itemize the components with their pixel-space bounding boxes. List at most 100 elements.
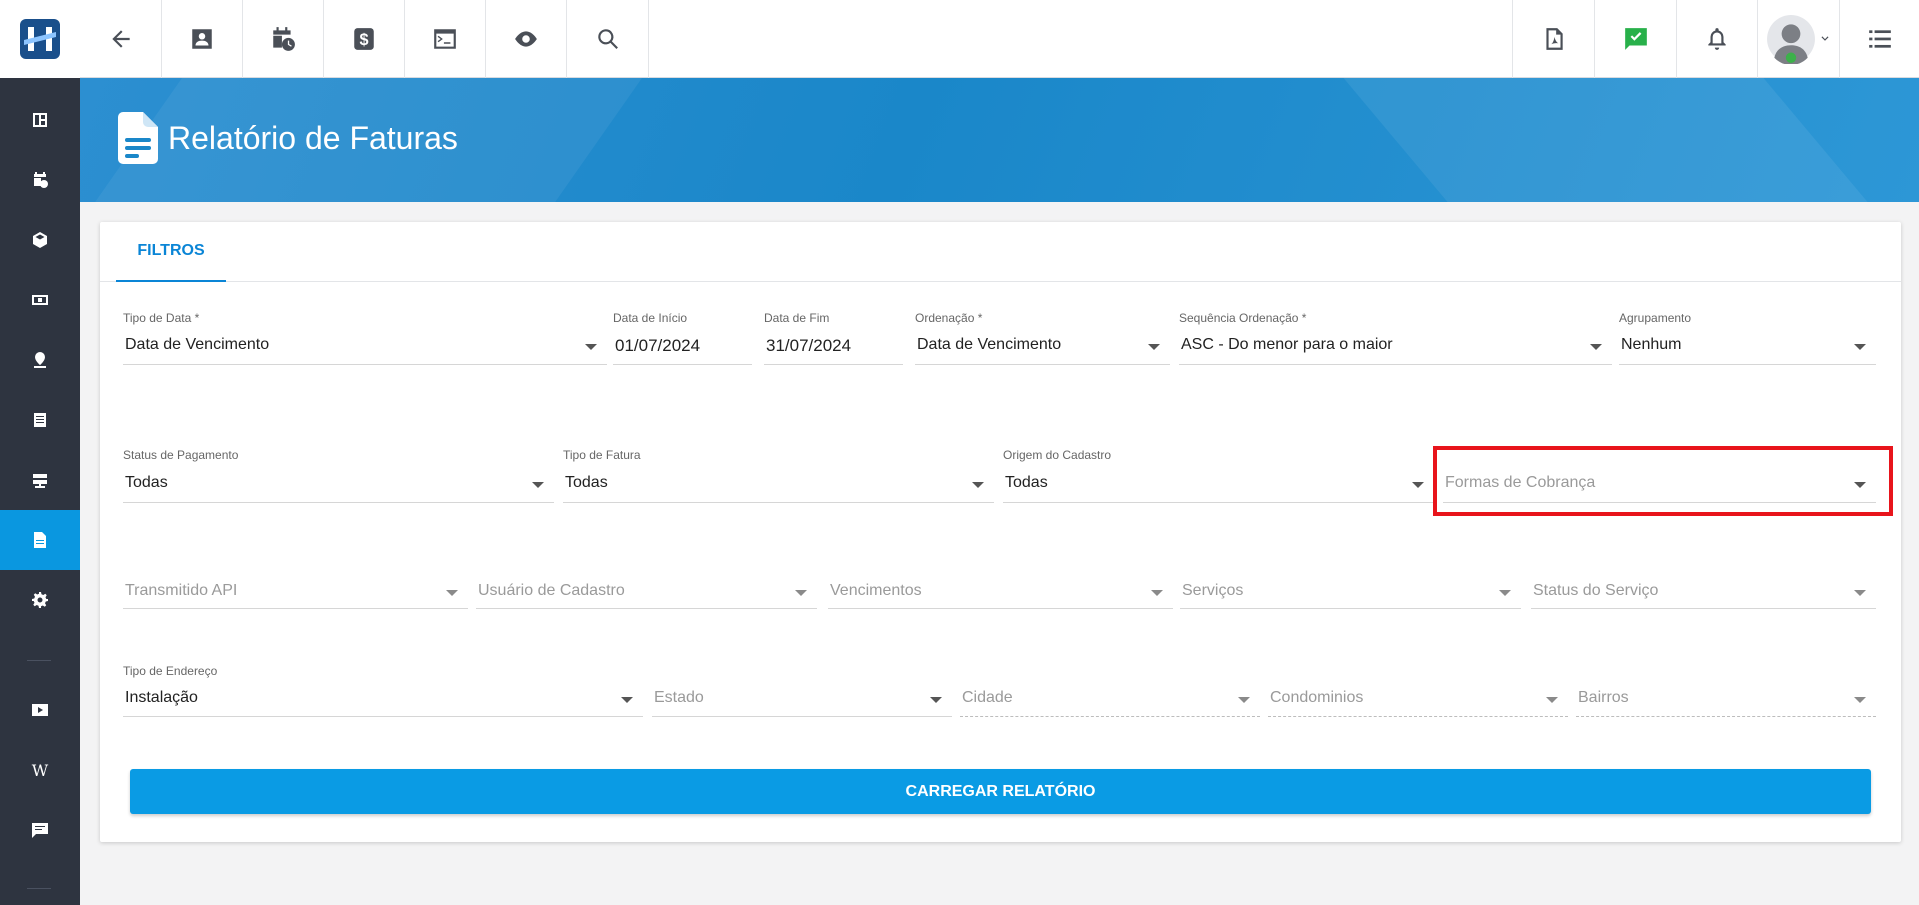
sidebar-item-locations[interactable]: [0, 330, 80, 390]
notifications-button[interactable]: [1676, 0, 1757, 78]
servicos-select[interactable]: Serviços: [1180, 560, 1521, 609]
tab-filtros[interactable]: FILTROS: [116, 222, 226, 282]
sidebar-item-wiki[interactable]: W: [0, 740, 80, 800]
cidade-select[interactable]: Cidade: [960, 664, 1260, 717]
field-placeholder: Vencimentos: [830, 582, 922, 599]
ordenacao-select[interactable]: Ordenação * Data de Vencimento: [915, 311, 1170, 365]
page-header: Relatório de Faturas: [80, 78, 1919, 202]
search-button[interactable]: [567, 0, 649, 78]
sidebar-item-videos[interactable]: [0, 680, 80, 740]
dropdown-caret-icon: [1590, 344, 1602, 350]
bairros-select[interactable]: Bairros: [1576, 664, 1876, 717]
tipo-de-data-select[interactable]: Tipo de Data * Data de Vencimento: [123, 311, 607, 365]
app-logo[interactable]: [0, 0, 80, 78]
transmitido-api-select[interactable]: Transmitido API: [123, 560, 468, 609]
sidebar-item-agenda[interactable]: [0, 150, 80, 210]
video-icon: [32, 704, 48, 716]
dropdown-caret-icon: [621, 697, 633, 703]
field-value: Todas: [565, 474, 608, 491]
wiki-icon: W: [31, 760, 49, 780]
field-label: Ordenação *: [915, 311, 983, 325]
field-label: Tipo de Data *: [123, 311, 200, 325]
document-icon: [34, 532, 46, 548]
field-placeholder: Bairros: [1578, 689, 1629, 706]
logo-mark: [20, 19, 60, 59]
tipo-fatura-select[interactable]: Tipo de Fatura Todas: [563, 448, 994, 503]
sidebar-item-servers[interactable]: [0, 450, 80, 510]
back-button[interactable]: [80, 0, 162, 78]
dropdown-caret-icon: [1546, 697, 1558, 703]
money-icon: [32, 295, 48, 305]
contact-card-icon: [192, 29, 212, 49]
field-label: Agrupamento: [1619, 311, 1692, 325]
field-placeholder: Estado: [654, 689, 704, 706]
sequencia-ordenacao-select[interactable]: Sequência Ordenação * ASC - Do menor par…: [1179, 311, 1612, 365]
agenda-button[interactable]: [243, 0, 324, 78]
field-value: Data de Vencimento: [917, 336, 1062, 353]
field-value: Instalação: [125, 689, 198, 706]
pdf-button[interactable]: [1512, 0, 1594, 78]
list-icon: [34, 413, 46, 427]
data-fim-input[interactable]: Data de Fim 31/07/2024: [764, 311, 903, 365]
terminal-button[interactable]: [405, 0, 486, 78]
svg-text:$: $: [359, 31, 368, 49]
field-label: Data de Fim: [764, 311, 830, 325]
field-value: ASC - Do menor para o maior: [1181, 336, 1393, 353]
chat-icon: [32, 823, 48, 838]
field-label: Tipo de Endereço: [123, 664, 218, 678]
agrupamento-select[interactable]: Agrupamento Nenhum: [1619, 311, 1876, 365]
sidebar-item-products[interactable]: [0, 210, 80, 270]
field-label: Sequência Ordenação *: [1179, 311, 1307, 325]
dropdown-caret-icon: [585, 344, 597, 350]
finance-button[interactable]: $: [324, 0, 405, 78]
sidebar: W: [0, 0, 80, 905]
pdf-icon: [1545, 28, 1563, 50]
back-arrow-icon: [111, 30, 130, 48]
field-label: Data de Início: [613, 311, 688, 325]
dropdown-caret-icon: [1854, 590, 1866, 596]
field-value: Nenhum: [1621, 336, 1682, 353]
top-toolbar: $: [80, 0, 1919, 78]
tipo-endereco-select[interactable]: Tipo de Endereço Instalação: [123, 664, 643, 717]
contacts-button[interactable]: [162, 0, 243, 78]
sidebar-item-dashboard[interactable]: [0, 90, 80, 150]
field-placeholder: Status do Serviço: [1533, 582, 1659, 599]
status-pagamento-select[interactable]: Status de Pagamento Todas: [123, 448, 554, 503]
report-document-icon: [118, 112, 158, 164]
field-value: 01/07/2024: [615, 336, 701, 355]
data-inicio-input[interactable]: Data de Início 01/07/2024: [613, 311, 752, 365]
vencimentos-select[interactable]: Vencimentos: [828, 560, 1173, 609]
sidebar-item-chat[interactable]: [0, 800, 80, 860]
bell-icon: [1708, 28, 1726, 50]
field-value: Todas: [1005, 474, 1048, 491]
field-value: Data de Vencimento: [125, 336, 270, 353]
view-button[interactable]: [486, 0, 567, 78]
dropdown-caret-icon: [1854, 697, 1866, 703]
user-menu[interactable]: [1757, 0, 1839, 78]
dropdown-caret-icon: [1412, 482, 1424, 488]
tab-bar: FILTROS: [100, 222, 1901, 282]
sidebar-item-settings[interactable]: [0, 570, 80, 630]
estado-select[interactable]: Estado: [652, 664, 952, 717]
messages-button[interactable]: [1594, 0, 1676, 78]
highlight-box: [1433, 446, 1893, 516]
calendar-clock-icon: [34, 172, 48, 188]
sidebar-item-records[interactable]: [0, 390, 80, 450]
usuario-cadastro-select[interactable]: Usuário de Cadastro: [476, 560, 817, 609]
menu-list-icon: [1868, 30, 1891, 48]
sidebar-item-finance[interactable]: [0, 270, 80, 330]
status-servico-select[interactable]: Status do Serviço: [1531, 560, 1876, 609]
message-check-icon: [1624, 28, 1647, 50]
load-report-button[interactable]: CARREGAR RELATÓRIO: [130, 769, 1871, 814]
origem-cadastro-select[interactable]: Origem do Cadastro Todas: [1003, 448, 1434, 503]
server-icon: [33, 474, 47, 488]
box-icon: [33, 232, 47, 248]
menu-button[interactable]: [1839, 0, 1919, 78]
condominios-select[interactable]: Condominios: [1268, 664, 1568, 717]
field-label: Status de Pagamento: [123, 448, 239, 462]
avatar: [1766, 15, 1815, 64]
sidebar-item-reports[interactable]: [0, 510, 80, 570]
dropdown-caret-icon: [972, 482, 984, 488]
chevron-down-icon: [1821, 36, 1828, 41]
dollar-icon: $: [354, 28, 374, 50]
